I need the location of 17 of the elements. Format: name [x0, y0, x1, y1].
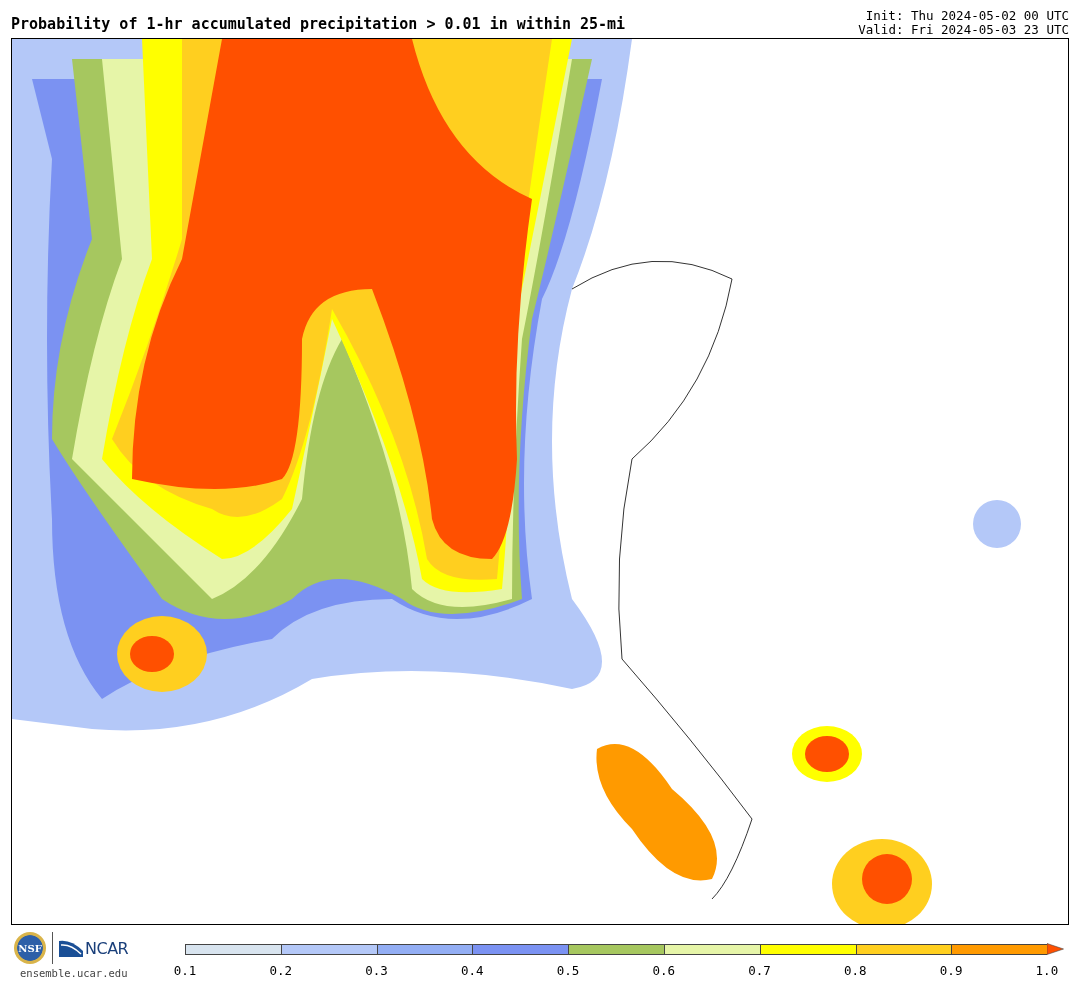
nsf-logo: NSF	[14, 932, 46, 964]
tick-label: 0.8	[843, 963, 868, 978]
tick-label: 0.5	[556, 963, 581, 978]
chart-title: Probability of 1-hr accumulated precipitation > 0.01 in within 25-mi	[11, 15, 626, 35]
tick-label: 0.7	[747, 963, 772, 978]
tick-label: 1.0	[1034, 963, 1059, 978]
tick-label: 0.4	[460, 963, 485, 978]
init-time: Init: Thu 2024-05-02 00 UTC	[864, 9, 1069, 23]
valid-time: Valid: Fri 2024-05-03 23 UTC	[858, 23, 1069, 37]
tick-label: 0.6	[651, 963, 676, 978]
tick-label: 0.9	[939, 963, 964, 978]
website-url: ensemble.ucar.edu	[20, 967, 128, 979]
ncar-logo-icon	[59, 939, 83, 957]
tick-label: 0.1	[173, 963, 197, 978]
ncar-logo-text: NCAR	[85, 938, 129, 958]
tick-label: 0.3	[364, 963, 389, 978]
tick-label: 0.2	[268, 963, 293, 978]
